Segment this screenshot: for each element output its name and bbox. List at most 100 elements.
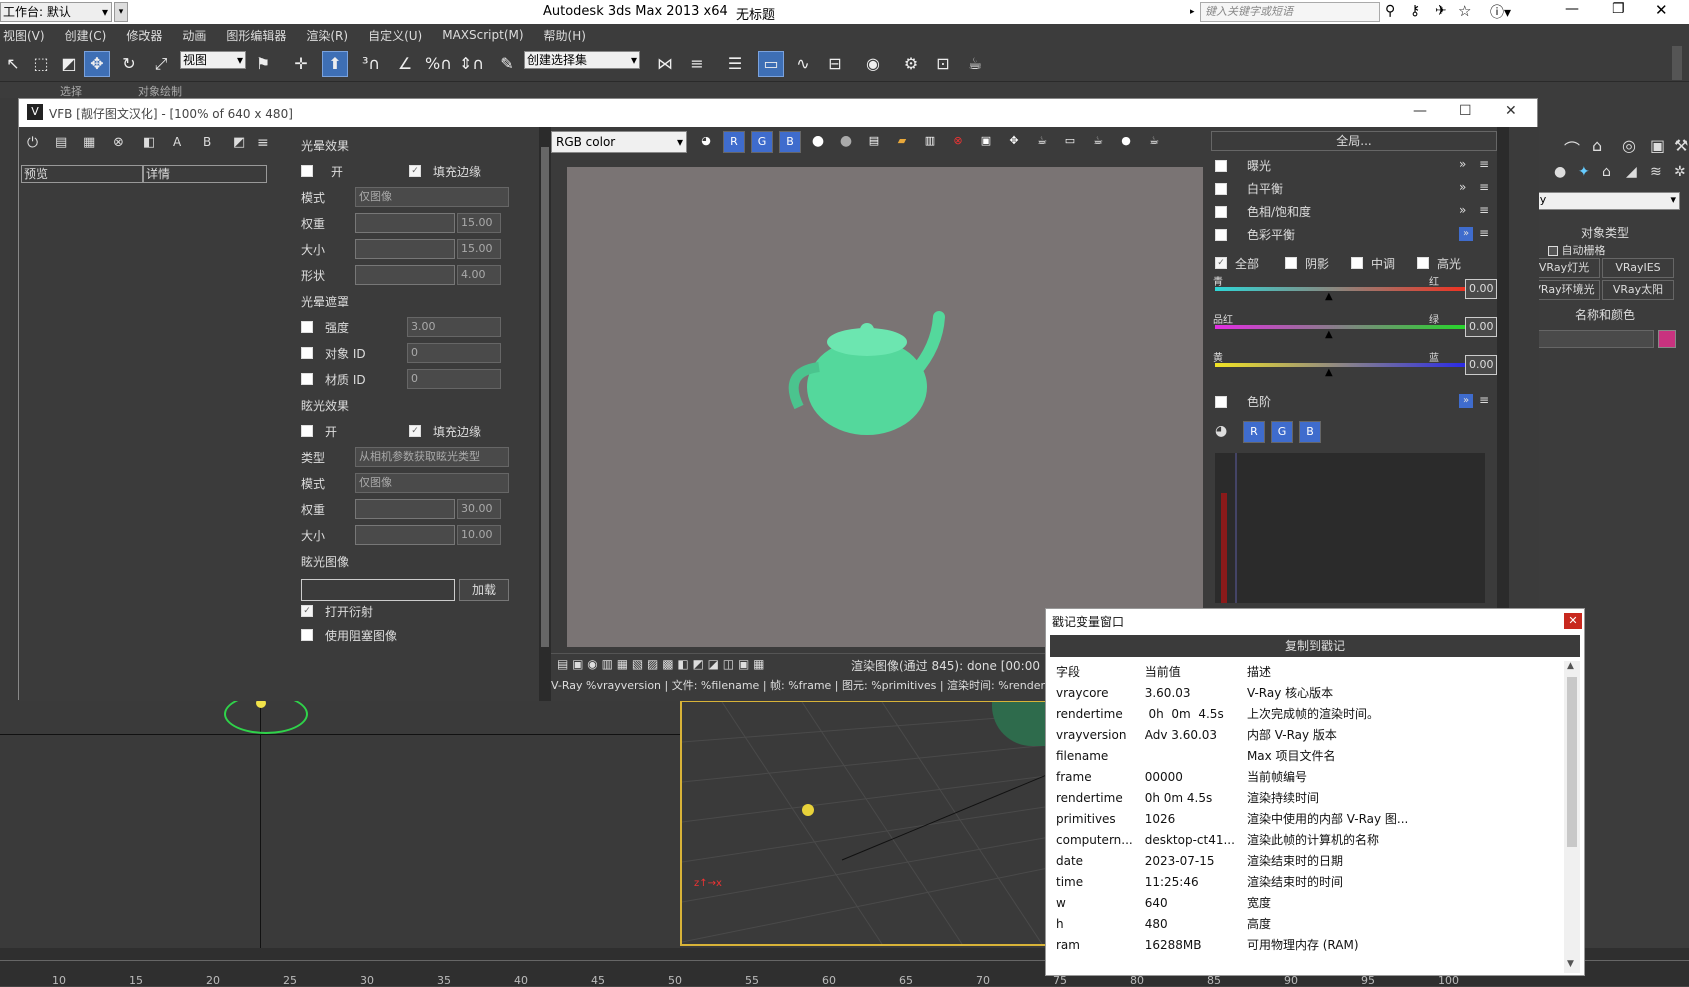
render-last-icon[interactable]: ☕ bbox=[1143, 131, 1165, 153]
utilities-tab-icon[interactable]: ⚒ bbox=[1674, 136, 1688, 155]
toolbar-scrollbar[interactable] bbox=[1672, 46, 1682, 80]
table-row[interactable]: vrayversion Adv 3.60.03 内部 V-Ray 版本 bbox=[1050, 724, 1421, 745]
levels-blue-button[interactable]: B bbox=[1299, 421, 1321, 443]
search-input[interactable]: 键入关键字或短语 bbox=[1200, 2, 1380, 22]
workspace-menu-button[interactable]: ▾ bbox=[114, 2, 128, 22]
menu-rendering[interactable]: 渲染(R) bbox=[306, 27, 348, 44]
close-icon[interactable]: ✕ bbox=[1505, 103, 1517, 119]
mode-dropdown[interactable]: 仅图像 bbox=[355, 187, 509, 207]
tab-preview[interactable]: 预览 bbox=[21, 165, 143, 183]
menu-create[interactable]: 创建(C) bbox=[65, 27, 107, 44]
close-icon[interactable]: ✕ bbox=[1655, 1, 1668, 19]
light-type-dropdown[interactable]: ay ▾ bbox=[1530, 192, 1680, 210]
cameras-icon[interactable]: ⌂ bbox=[1602, 164, 1611, 180]
color-balance-checkbox[interactable] bbox=[1215, 229, 1227, 241]
highlights-checkbox[interactable] bbox=[1417, 257, 1429, 269]
weight-slider[interactable] bbox=[355, 213, 455, 233]
fill-edges-checkbox[interactable]: ✓ bbox=[409, 165, 421, 177]
angle-snap-icon[interactable]: ∠ bbox=[392, 51, 418, 77]
spacewarps-icon[interactable]: ≋ bbox=[1650, 164, 1662, 180]
bloom-on-checkbox[interactable] bbox=[301, 425, 313, 437]
collapse-icon[interactable]: » bbox=[1459, 227, 1473, 241]
bloom-image-field[interactable] bbox=[301, 579, 455, 601]
tab-details[interactable]: 详情 bbox=[143, 165, 267, 183]
table-row[interactable]: time 11:25:46 渲染结束时的时间 bbox=[1050, 871, 1421, 892]
render-teapot-icon[interactable]: ☕ bbox=[962, 51, 988, 77]
geometry-icon[interactable]: ● bbox=[1554, 164, 1566, 180]
cyan-red-slider[interactable] bbox=[1215, 287, 1465, 291]
binoculars-icon[interactable]: ⚲ bbox=[1385, 3, 1403, 19]
levels-checkbox[interactable] bbox=[1215, 396, 1227, 408]
compare-icon[interactable]: ◩ bbox=[233, 135, 245, 150]
table-row[interactable]: rendertime 0h 0m 4.5s 渲染持续时间 bbox=[1050, 787, 1421, 808]
global-button[interactable]: 全局... bbox=[1211, 131, 1497, 151]
open-folder-icon[interactable]: ▰ bbox=[891, 131, 913, 153]
intensity-checkbox[interactable] bbox=[301, 321, 313, 333]
scroll-thumb[interactable] bbox=[1567, 677, 1577, 847]
lights-icon[interactable]: ✦ bbox=[1578, 164, 1590, 180]
bloom-weight-slider[interactable] bbox=[355, 499, 455, 519]
shape-slider[interactable] bbox=[355, 265, 455, 285]
hue-sat-checkbox[interactable] bbox=[1215, 206, 1227, 218]
save-icon[interactable]: ▤ bbox=[863, 131, 885, 153]
save-icon[interactable]: ▤ bbox=[55, 135, 67, 150]
alpha-icon[interactable]: ● bbox=[807, 131, 829, 153]
workspace-dropdown[interactable]: 工作台: 默认 ▾ bbox=[0, 2, 112, 22]
satellite-icon[interactable]: ✈ bbox=[1435, 3, 1453, 19]
expand-icon[interactable]: » bbox=[1459, 157, 1466, 171]
region-render-icon[interactable]: ✥ bbox=[1003, 131, 1025, 153]
all-checkbox[interactable]: ✓ bbox=[1215, 257, 1227, 269]
keyboard-shortcut-icon[interactable]: ⬆ bbox=[322, 51, 348, 77]
shadows-checkbox[interactable] bbox=[1285, 257, 1297, 269]
snap-3d-icon[interactable]: ³∩ bbox=[358, 51, 384, 77]
bloom-weight-field[interactable]: 30.00 bbox=[457, 499, 501, 519]
glare-on-checkbox[interactable] bbox=[301, 165, 313, 177]
levels-red-button[interactable]: R bbox=[1243, 421, 1265, 443]
green-channel-button[interactable]: G bbox=[751, 131, 773, 153]
search-expand-icon[interactable]: ▸ bbox=[1190, 2, 1200, 22]
expand-icon[interactable]: » bbox=[1459, 203, 1466, 217]
clipboard-icon[interactable]: ▥ bbox=[919, 131, 941, 153]
header-field[interactable]: 字段 bbox=[1050, 661, 1139, 682]
clear-image-icon[interactable]: ⊗ bbox=[947, 131, 969, 153]
named-selection-dropdown[interactable]: 创建选择集 ▾ bbox=[524, 51, 640, 69]
type-dropdown[interactable]: 从相机参数获取眩光类型 bbox=[355, 447, 509, 467]
curve-editor-icon[interactable]: ∿ bbox=[790, 51, 816, 77]
levels-histogram[interactable] bbox=[1215, 453, 1485, 603]
power-icon[interactable]: ⏻ bbox=[27, 135, 38, 151]
minimize-icon[interactable]: — bbox=[1565, 1, 1579, 17]
red-channel-button[interactable]: R bbox=[723, 131, 745, 153]
slider-thumb-icon[interactable]: ▲ bbox=[1325, 329, 1333, 340]
menu-maxscript[interactable]: MAXScript(M) bbox=[442, 28, 523, 42]
menu-animation[interactable]: 动画 bbox=[182, 27, 206, 44]
bloom-size-slider[interactable] bbox=[355, 525, 455, 545]
stamp-scrollbar[interactable]: ▲ ▼ bbox=[1564, 661, 1580, 973]
ipr-icon[interactable]: ▭ bbox=[1059, 131, 1081, 153]
material-editor-icon[interactable]: ◉ bbox=[860, 51, 886, 77]
menu-customize[interactable]: 自定义(U) bbox=[368, 27, 422, 44]
slider-thumb-icon[interactable]: ▲ bbox=[1325, 367, 1333, 378]
close-icon[interactable]: ✕ bbox=[1564, 613, 1582, 629]
yellow-blue-slider[interactable] bbox=[1215, 363, 1465, 367]
scroll-up-icon[interactable]: ▲ bbox=[1567, 661, 1574, 671]
header-description[interactable]: 描述 bbox=[1241, 661, 1421, 682]
delete-icon[interactable]: ⊗ bbox=[113, 135, 124, 150]
obstacle-checkbox[interactable] bbox=[301, 629, 313, 641]
a-compare-icon[interactable]: A bbox=[173, 135, 181, 149]
table-row[interactable]: filename Max 项目文件名 bbox=[1050, 745, 1421, 766]
pivot-icon[interactable]: ⚑ bbox=[250, 51, 276, 77]
window-crossing-icon[interactable]: ◩ bbox=[56, 51, 82, 77]
material-id-checkbox[interactable] bbox=[301, 373, 313, 385]
rendered-frame-icon[interactable]: ⊡ bbox=[930, 51, 956, 77]
help-icon[interactable]: ⓘ▾ bbox=[1490, 2, 1520, 22]
table-row[interactable]: ram 16288MB 可用物理内存 (RAM) bbox=[1050, 934, 1421, 955]
table-row[interactable]: primitives 1026 渲染中使用的内部 V-Ray 图... bbox=[1050, 808, 1421, 829]
render-canvas[interactable] bbox=[567, 167, 1207, 647]
magenta-green-field[interactable]: 0.00 bbox=[1465, 317, 1497, 337]
load-icon[interactable]: ▦ bbox=[83, 135, 95, 150]
rgb-mix-icon[interactable]: ◕ bbox=[1215, 423, 1227, 439]
intensity-field[interactable]: 3.00 bbox=[407, 317, 501, 337]
scroll-down-icon[interactable]: ▼ bbox=[1567, 959, 1574, 969]
menu-icon[interactable]: ≡ bbox=[1479, 180, 1489, 194]
menu-icon[interactable]: ≡ bbox=[1479, 226, 1489, 240]
